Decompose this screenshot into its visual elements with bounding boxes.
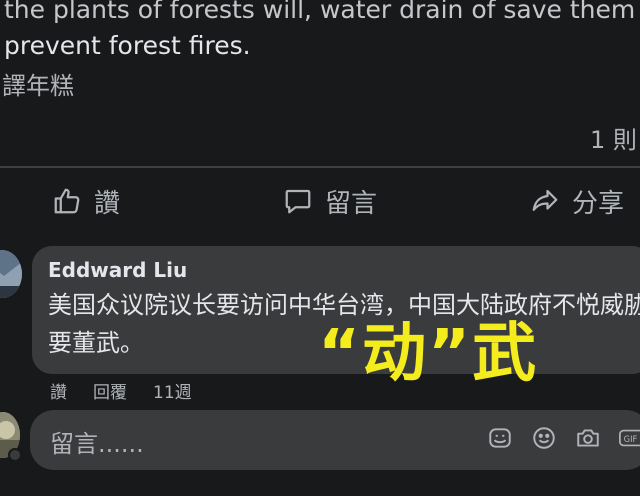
comment-like-link[interactable]: 讚 <box>50 378 67 403</box>
reply-tools: GIF <box>486 424 640 452</box>
reply-input-placeholder[interactable]: 留言...... <box>50 424 144 459</box>
sticker-icon[interactable] <box>486 424 514 452</box>
post-text: the plants of forests will, water drain … <box>4 0 640 64</box>
svg-text:GIF: GIF <box>624 434 638 444</box>
divider <box>0 166 640 168</box>
like-label: 讚 <box>94 188 121 219</box>
like-icon <box>52 186 82 216</box>
like-button[interactable]: 讚 <box>52 172 120 230</box>
share-button[interactable]: 分享 <box>530 172 624 230</box>
status-indicator <box>8 448 22 462</box>
camera-icon[interactable] <box>574 424 602 452</box>
comment-author[interactable]: Eddward Liu <box>48 258 187 282</box>
comment-reply-link[interactable]: 回覆 <box>93 378 127 403</box>
share-icon <box>530 186 560 216</box>
comment-meta: 讚 回覆 11週 <box>50 378 192 403</box>
post-text-line-2: prevent forest fires. <box>4 31 251 60</box>
translate-link[interactable]: 譯年糕 <box>2 66 74 101</box>
gif-icon[interactable]: GIF <box>618 424 640 452</box>
comment-icon <box>283 186 313 216</box>
share-label: 分享 <box>572 188 625 219</box>
comment-timestamp[interactable]: 11週 <box>153 378 192 403</box>
post-text-line-1: the plants of forests will, water drain … <box>4 0 636 24</box>
commenter-avatar[interactable] <box>0 250 22 298</box>
emoji-icon[interactable] <box>530 424 558 452</box>
comment-button[interactable]: 留言 <box>283 172 377 230</box>
comment-label: 留言 <box>325 188 378 219</box>
action-bar: 讚 留言 分享 <box>0 172 640 232</box>
comment-count[interactable]: 1 則 <box>590 120 637 155</box>
overlay-caption: “动”武 <box>318 317 539 391</box>
